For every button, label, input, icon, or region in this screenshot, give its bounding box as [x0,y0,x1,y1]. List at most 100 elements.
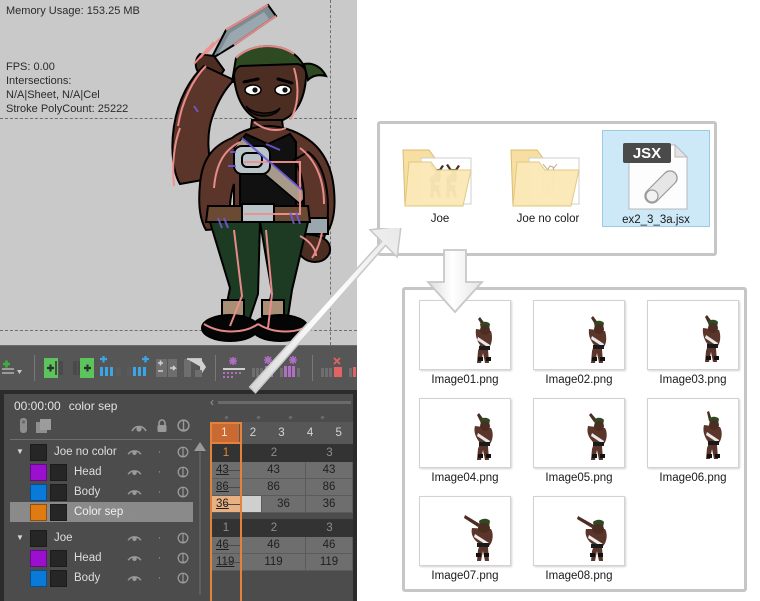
cell[interactable]: 43 [210,462,242,479]
thumb-image01[interactable]: Image01.png [415,300,515,386]
thumb-image02[interactable]: Image02.png [529,300,629,386]
preview-visible-icon[interactable] [127,573,142,583]
onion-skin-icon[interactable] [177,419,190,438]
onion-skin-icon[interactable] [177,532,189,545]
lock-dot-icon[interactable]: · [158,507,162,518]
cell[interactable]: 36 [210,496,242,513]
lock-dot-icon[interactable]: · [158,573,162,584]
cell[interactable]: 46 [242,537,306,554]
chevron-down-icon[interactable]: ▼ [10,528,30,548]
scrollbar-track-horizontal[interactable] [218,401,351,404]
layer-color-chip[interactable] [30,549,47,567]
onion-skin-icon[interactable] [177,572,189,585]
reframe-1s-icon[interactable] [250,353,278,383]
collapse-column-icon[interactable] [222,353,250,383]
layer-row-head-1[interactable]: Head · [10,462,193,482]
frame-number-cell[interactable]: 4 [295,422,325,444]
duplicate-frame-icon[interactable] [153,353,181,383]
layer-color-chip[interactable] [30,483,47,501]
lock-dot-icon[interactable]: · [158,467,162,478]
preview-visible-icon[interactable] [127,467,142,477]
layer-row-body-1[interactable]: Body · [10,482,193,502]
scrollbar-track[interactable] [199,452,201,595]
cell-row-head-2[interactable]: 46 46 46 [210,537,353,554]
cell[interactable]: 119 [306,554,353,571]
cell[interactable]: 86 [242,479,306,496]
layer-color-chip[interactable] [30,463,47,481]
preview-visible-icon[interactable] [127,507,142,517]
add-frames-before-icon[interactable] [97,353,125,383]
thumbnail-card[interactable] [533,496,625,566]
thumb-image03[interactable]: Image03.png [643,300,743,386]
new-level-menu-icon[interactable] [0,353,28,383]
frame-number-cell[interactable]: 5 [324,422,353,444]
thumbnail-card[interactable] [533,300,625,370]
layer-group-row-joe-no-color[interactable]: ▼ Joe no color · [10,442,193,462]
scroll-left-icon[interactable]: ‹ [210,396,214,408]
thumb-image06[interactable]: Image06.png [643,398,743,484]
preview-visible-icon[interactable] [127,487,142,497]
cell[interactable]: 119 [242,554,306,571]
cell[interactable]: 43 [306,462,353,479]
lock-icon[interactable] [156,419,168,438]
thumbnail-card[interactable] [647,398,739,468]
thumbnail-card[interactable] [419,496,511,566]
layer-row-color-sep[interactable]: Color sep · [10,502,193,522]
layer-color-chip[interactable] [30,503,47,521]
preview-visible-icon[interactable] [131,421,147,439]
frame-number-cell[interactable]: 3 [267,422,296,444]
insert-cell-right-icon[interactable] [69,353,97,383]
folder-joe-no-color[interactable]: Joe no color [498,136,598,225]
chevron-up-icon[interactable] [194,442,206,451]
onion-skin-icon[interactable] [177,446,189,459]
thumb-image07[interactable]: Image07.png [415,496,515,582]
frame-number-cell[interactable]: 1 [210,422,239,444]
reframe-2s-icon[interactable] [278,353,306,383]
frame-grid[interactable]: ‹ 1 2 3 4 5 1 2 3 43 43 43 86 86 86 36 3… [210,394,353,601]
frame-scrollbar[interactable]: ‹ [210,394,353,412]
cell-row-head-1[interactable]: 43 43 43 [210,462,353,479]
cell[interactable]: 119 [210,554,242,571]
cell[interactable]: 36 [262,496,306,513]
onion-skin-icon[interactable] [177,466,189,479]
file-ex2-3-3a-jsx[interactable]: JSX ex2_3_3a.jsx [602,130,710,227]
onion-skin-icon[interactable] [177,552,189,565]
preview-visible-icon[interactable] [127,553,142,563]
cell[interactable]: 36 [306,496,353,513]
lock-dot-icon[interactable]: · [158,553,162,564]
cell-row-body-1[interactable]: 86 86 86 [210,479,353,496]
onion-skin-icon[interactable] [177,506,189,519]
lock-dot-icon[interactable]: · [158,447,162,458]
camera-stand-toggle-icon[interactable] [36,419,51,438]
cell[interactable]: 86 [210,479,242,496]
cell-extension[interactable] [242,496,262,513]
preview-visible-icon[interactable] [127,447,142,457]
shift-cells-icon[interactable] [181,353,209,383]
viewer-canvas[interactable]: Memory Usage: 153.25 MB FPS: 0.00 Inters… [0,0,357,345]
layer-row-body-2[interactable]: Body · [10,568,193,588]
thumbnail-card[interactable] [419,398,511,468]
thumbnail-card[interactable] [647,300,739,370]
chevron-down-icon[interactable]: ▼ [10,442,30,462]
preview-visible-icon[interactable] [127,533,142,543]
cell[interactable]: 46 [210,537,242,554]
thumbnail-card[interactable] [533,398,625,468]
cell-row-color-sep[interactable]: 36 36 36 [210,496,353,513]
frame-number-cell[interactable]: 2 [238,422,268,444]
thumb-image05[interactable]: Image05.png [529,398,629,484]
frame-number-header[interactable]: 1 2 3 4 5 [210,422,353,444]
layer-row-head-2[interactable]: Head · [10,548,193,568]
remove-cells-icon[interactable] [319,353,347,383]
thumb-image04[interactable]: Image04.png [415,398,515,484]
layer-color-chip[interactable] [30,569,47,587]
cell-row-body-2[interactable]: 119 119 119 [210,554,353,571]
cell[interactable]: 86 [306,479,353,496]
thumbnail-card[interactable] [419,300,511,370]
onion-skin-icon[interactable] [177,486,189,499]
thumbnail-toggle-icon[interactable] [18,418,29,438]
insert-cell-left-icon[interactable] [41,353,69,383]
folder-joe[interactable]: Joe [390,136,490,225]
thumb-image08[interactable]: Image08.png [529,496,629,582]
xsheet-scroll-nav[interactable] [193,442,208,597]
add-frames-after-icon[interactable] [125,353,153,383]
